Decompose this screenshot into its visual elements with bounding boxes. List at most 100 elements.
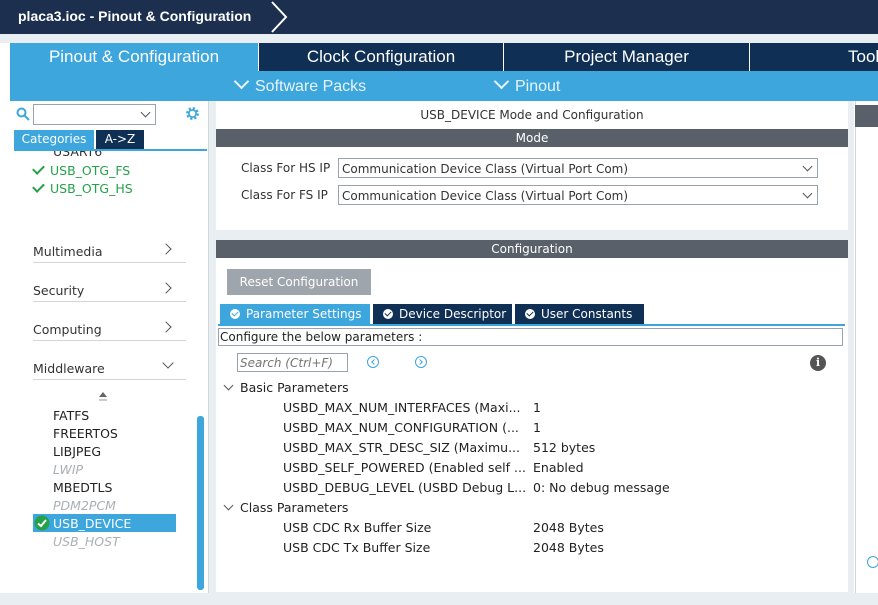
check-circle-icon [34, 515, 50, 531]
software-packs-label: Software Packs [255, 78, 367, 95]
parameter-search-box[interactable] [237, 353, 348, 372]
check-circle-icon [383, 309, 393, 319]
next-match-icon[interactable] [415, 356, 427, 368]
check-icon [32, 180, 45, 193]
tab-parameter-settings[interactable]: Parameter Settings [220, 304, 370, 324]
category-security[interactable]: Security [33, 277, 186, 302]
sort-arrow-icon[interactable] [98, 391, 108, 403]
chevron-right-icon [160, 321, 172, 333]
param-value[interactable]: 1 [533, 400, 541, 415]
configuration-header: Configuration [216, 240, 848, 258]
right-panel-tab[interactable] [855, 105, 878, 127]
middleware-item-pdm2pcm[interactable]: PDM2PCM [53, 498, 116, 513]
param-value[interactable]: 0: No debug message [533, 480, 670, 495]
tab-clock-configuration[interactable]: Clock Configuration [259, 43, 503, 71]
list-clip: USART6 [0, 151, 207, 161]
software-packs-menu[interactable]: Software Packs [233, 73, 367, 96]
item-label: USB_OTG_FS [50, 163, 131, 178]
param-name[interactable]: USBD_MAX_NUM_INTERFACES (Maxi... [283, 400, 521, 415]
middleware-item-freertos[interactable]: FREERTOS [53, 426, 118, 441]
mode-header: Mode [216, 129, 848, 147]
pinout-menu[interactable]: Pinout [493, 73, 561, 96]
tab-label: Device Descriptor [399, 307, 507, 321]
tab-categories[interactable]: Categories [14, 130, 94, 149]
param-value[interactable]: 2048 Bytes [533, 540, 604, 555]
group-label: Basic Parameters [240, 380, 349, 395]
hs-class-value: Communication Device Class (Virtual Port… [342, 162, 629, 176]
tab-user-constants[interactable]: User Constants [515, 304, 644, 324]
breadcrumb-chevron-icon [271, 1, 288, 33]
middleware-item-lwip[interactable]: LWIP [53, 462, 83, 477]
group-basic-parameters[interactable]: Basic Parameters [223, 380, 349, 395]
param-name[interactable]: USBD_SELF_POWERED (Enabled self ... [283, 460, 526, 475]
reset-configuration-button[interactable]: Reset Configuration [227, 269, 371, 295]
instruction-text: Configure the below parameters : [218, 328, 843, 346]
parameter-search-input[interactable] [238, 354, 347, 371]
left-scrollbar[interactable] [197, 416, 204, 590]
right-panel [855, 101, 878, 593]
category-multimedia[interactable]: Multimedia [33, 238, 186, 263]
param-name[interactable]: USBD_DEBUG_LEVEL (USBD Debug L... [283, 480, 526, 495]
category-computing[interactable]: Computing [33, 316, 186, 341]
fs-class-label: Class For FS IP [241, 188, 328, 202]
param-value[interactable]: 2048 Bytes [533, 520, 604, 535]
check-circle-icon [525, 309, 535, 319]
item-label: USB_DEVICE [53, 516, 132, 531]
category-middleware[interactable]: Middleware [33, 355, 186, 380]
bottom-border [0, 593, 878, 605]
param-name[interactable]: USBD_MAX_STR_DESC_SIZ (Maximu... [283, 440, 520, 455]
previous-match-icon[interactable] [367, 356, 379, 368]
check-circle-icon [230, 309, 240, 319]
param-value[interactable]: Enabled [533, 460, 584, 475]
param-name[interactable]: USB CDC Tx Buffer Size [283, 540, 430, 555]
category-label: Computing [33, 322, 102, 337]
chevron-right-icon [160, 282, 172, 294]
category-label: Middleware [33, 361, 105, 376]
search-combo[interactable] [33, 104, 156, 125]
pinout-label: Pinout [515, 78, 561, 95]
tab-pinout-configuration[interactable]: Pinout & Configuration [10, 43, 258, 71]
list-item-usb-otg-fs[interactable]: USB_OTG_FS [32, 162, 131, 178]
gear-icon[interactable] [184, 105, 201, 122]
tab-underline [218, 324, 845, 326]
middleware-item-mbedtls[interactable]: MBEDTLS [53, 480, 112, 495]
list-item-usart6[interactable]: USART6 [53, 151, 102, 159]
param-value[interactable]: 512 bytes [533, 440, 595, 455]
category-label: Security [33, 283, 85, 298]
fs-class-select[interactable]: Communication Device Class (Virtual Port… [338, 185, 818, 205]
middleware-item-libjpeg[interactable]: LIBJPEG [53, 444, 101, 459]
chevron-down-icon [140, 107, 151, 118]
search-icon[interactable] [16, 107, 30, 121]
chevron-down-icon [223, 500, 234, 511]
tab-label: Parameter Settings [246, 307, 362, 321]
top-strip [0, 34, 878, 43]
window-title: placa3.ioc - Pinout & Configuration [18, 8, 252, 24]
tab-label: User Constants [541, 307, 633, 321]
tab-project-manager[interactable]: Project Manager [504, 43, 749, 71]
group-label: Class Parameters [240, 500, 349, 515]
hs-class-label: Class For HS IP [241, 161, 331, 175]
middleware-item-fatfs[interactable]: FATFS [53, 408, 89, 423]
param-value[interactable]: 1 [533, 420, 541, 435]
list-item-usb-otg-hs[interactable]: USB_OTG_HS [32, 180, 133, 196]
chevron-right-icon [160, 243, 172, 255]
chevron-down-icon [162, 357, 174, 369]
sub-toolbar [10, 71, 878, 101]
middleware-item-usb-device[interactable]: USB_DEVICE [33, 514, 176, 532]
param-name[interactable]: USB CDC Rx Buffer Size [283, 520, 431, 535]
category-label: Multimedia [33, 244, 103, 259]
tab-tools[interactable]: Tools [750, 43, 878, 71]
item-label: USB_OTG_HS [50, 181, 133, 196]
chevron-down-icon [802, 188, 813, 199]
group-class-parameters[interactable]: Class Parameters [223, 500, 349, 515]
fs-class-value: Communication Device Class (Virtual Port… [342, 189, 629, 203]
check-icon [32, 162, 45, 175]
zoom-out-icon[interactable] [867, 556, 878, 568]
tab-device-descriptor[interactable]: Device Descriptor [373, 304, 512, 324]
middleware-item-usb-host[interactable]: USB_HOST [53, 534, 120, 549]
info-icon[interactable]: i [810, 355, 826, 371]
hs-class-select[interactable]: Communication Device Class (Virtual Port… [338, 158, 818, 178]
tab-a-z[interactable]: A->Z [96, 130, 144, 149]
param-name[interactable]: USBD_MAX_NUM_CONFIGURATION (... [283, 420, 519, 435]
chevron-down-icon [223, 380, 234, 391]
